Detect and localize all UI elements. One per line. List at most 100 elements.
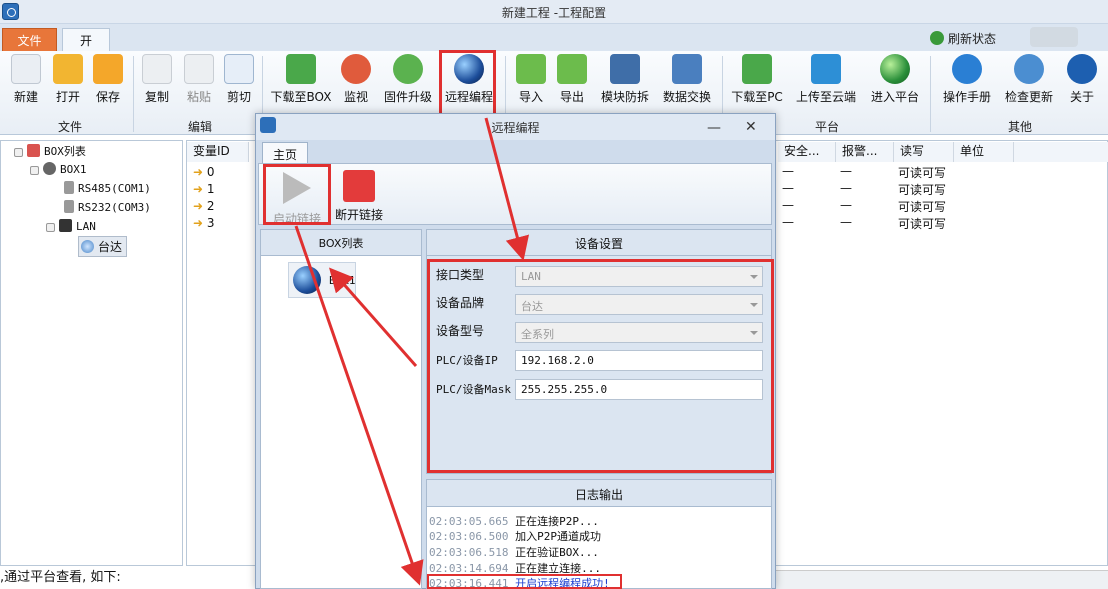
column-header-var-id[interactable]: 变量ID <box>187 142 249 162</box>
cell-safety: — <box>782 198 794 212</box>
new-button[interactable]: 新建 <box>10 54 42 105</box>
collapse-icon[interactable] <box>46 223 55 232</box>
cell-safety: — <box>782 215 794 229</box>
eye-icon <box>341 54 371 84</box>
dialog-title-bar: 远程编程 <box>256 114 775 140</box>
dialog-tab-row <box>258 140 772 163</box>
globe-icon <box>880 54 910 84</box>
table-row[interactable]: ➜ 0 <box>193 165 215 179</box>
new-file-icon <box>11 54 41 84</box>
download-to-pc-button[interactable]: 下载至PC <box>730 54 784 105</box>
window-title: 新建工程 -工程配置 <box>501 6 607 20</box>
column-header-unit[interactable]: 单位 <box>954 142 1014 162</box>
dialog-title: 远程编程 <box>491 121 540 135</box>
lock-icon <box>610 54 640 84</box>
tree-node-box1[interactable]: BOX1 <box>30 162 87 176</box>
group-label-file: 文件 <box>57 120 82 134</box>
column-header-empty <box>1014 142 1108 162</box>
enter-platform-button[interactable]: 进入平台 <box>868 54 922 105</box>
save-button[interactable]: 保存 <box>92 54 124 105</box>
check-update-button[interactable]: 检查更新 <box>1002 54 1056 105</box>
cell-alarm: — <box>840 181 852 195</box>
ribbon-separator <box>930 56 931 132</box>
scissors-icon <box>224 54 254 84</box>
cell-alarm: — <box>840 198 852 212</box>
collapse-icon[interactable] <box>14 148 23 157</box>
exchange-icon <box>672 54 702 84</box>
cell-rw: 可读可写 <box>898 166 947 180</box>
save-icon <box>93 54 123 84</box>
cut-button[interactable]: 剪切 <box>223 54 255 105</box>
gear-icon <box>393 54 423 84</box>
device-globe-icon <box>81 240 94 253</box>
folder-open-icon <box>53 54 83 84</box>
bottom-thumbnail-strip <box>775 570 1108 589</box>
table-row[interactable]: ➜ 2 <box>193 199 215 213</box>
tree-node-delta[interactable]: 台达 <box>78 236 128 257</box>
refresh-status-button[interactable]: 刷新状态 <box>930 30 996 47</box>
group-label-edit: 编辑 <box>187 120 212 134</box>
upload-arrow-icon <box>811 54 841 84</box>
about-button[interactable]: 关于 <box>1066 54 1098 105</box>
refresh-icon <box>930 31 944 45</box>
app-icon[interactable] <box>2 3 19 20</box>
log-line: 02:03:05.665 正在连接P2P... <box>429 515 599 528</box>
highlight-start-link <box>263 164 331 225</box>
upload-cloud-button[interactable]: 上传至云端 <box>794 54 858 105</box>
import-button[interactable]: 导入 <box>514 54 548 105</box>
device-settings-header: 设备设置 <box>427 230 771 256</box>
download-to-box-button[interactable]: 下载至BOX <box>270 54 332 105</box>
info-icon <box>1067 54 1097 84</box>
column-header-alarm[interactable]: 报警... <box>836 142 894 162</box>
group-label-platform: 平台 <box>814 120 839 134</box>
table-row[interactable]: ➜ 1 <box>193 182 215 196</box>
copy-button[interactable]: 复制 <box>141 54 173 105</box>
cell-rw: 可读可写 <box>898 183 947 197</box>
box-list-header: BOX列表 <box>261 230 421 256</box>
tree-node-root[interactable]: BOX列表 <box>14 143 86 159</box>
collapse-icon[interactable] <box>30 166 39 175</box>
tab-home-page[interactable]: 主页 <box>262 142 308 164</box>
cell-alarm: — <box>840 164 852 178</box>
box-device-icon <box>43 162 56 175</box>
tab-file[interactable]: 文件 <box>2 28 57 51</box>
cell-alarm: — <box>840 215 852 229</box>
download-pc-icon <box>742 54 772 84</box>
caption-text: ,通过平台查看, 如下: <box>0 570 121 585</box>
stop-link-label: 断开链接 <box>334 208 383 222</box>
network-port-icon <box>59 219 72 232</box>
tree-node-lan[interactable]: LAN <box>46 219 96 233</box>
cell-safety: — <box>782 181 794 195</box>
paste-button[interactable]: 粘贴 <box>183 54 215 105</box>
open-button[interactable]: 打开 <box>52 54 84 105</box>
group-label-other: 其他 <box>1007 120 1032 134</box>
module-protect-button[interactable]: 模块防拆 <box>596 54 654 105</box>
refresh-status-label: 刷新状态 <box>948 32 997 46</box>
close-icon[interactable]: ✕ <box>745 119 757 135</box>
data-exchange-button[interactable]: 数据交换 <box>660 54 714 105</box>
highlight-log-success <box>427 574 622 589</box>
log-line: 02:03:06.500 加入P2P通道成功 <box>429 530 601 543</box>
log-output-header: 日志输出 <box>427 480 771 507</box>
user-avatar-blurred <box>1030 27 1078 47</box>
table-row[interactable]: ➜ 3 <box>193 216 215 230</box>
stop-link-button[interactable]: 断开链接 <box>333 166 385 224</box>
export-button[interactable]: 导出 <box>555 54 589 105</box>
dialog-app-icon <box>260 117 276 133</box>
column-header-safety[interactable]: 安全... <box>778 142 836 162</box>
monitor-button[interactable]: 监视 <box>340 54 372 105</box>
manual-button[interactable]: 操作手册 <box>940 54 994 105</box>
column-header-rw[interactable]: 读写 <box>894 142 954 162</box>
tab-home[interactable]: 开始 <box>62 28 110 65</box>
tree-node-rs232[interactable]: RS232(COM3) <box>64 200 151 214</box>
box-list-item[interactable]: BOX1 <box>288 262 356 298</box>
help-icon <box>952 54 982 84</box>
title-bar: 新建工程 -工程配置 <box>0 0 1108 24</box>
log-line: 02:03:06.518 正在验证BOX... <box>429 546 599 559</box>
home-icon <box>27 144 40 157</box>
firmware-upgrade-button[interactable]: 固件升级 <box>381 54 435 105</box>
export-arrow-icon <box>557 54 587 84</box>
minimize-icon[interactable]: — <box>707 120 721 136</box>
copy-icon <box>142 54 172 84</box>
tree-node-rs485[interactable]: RS485(COM1) <box>64 181 151 195</box>
